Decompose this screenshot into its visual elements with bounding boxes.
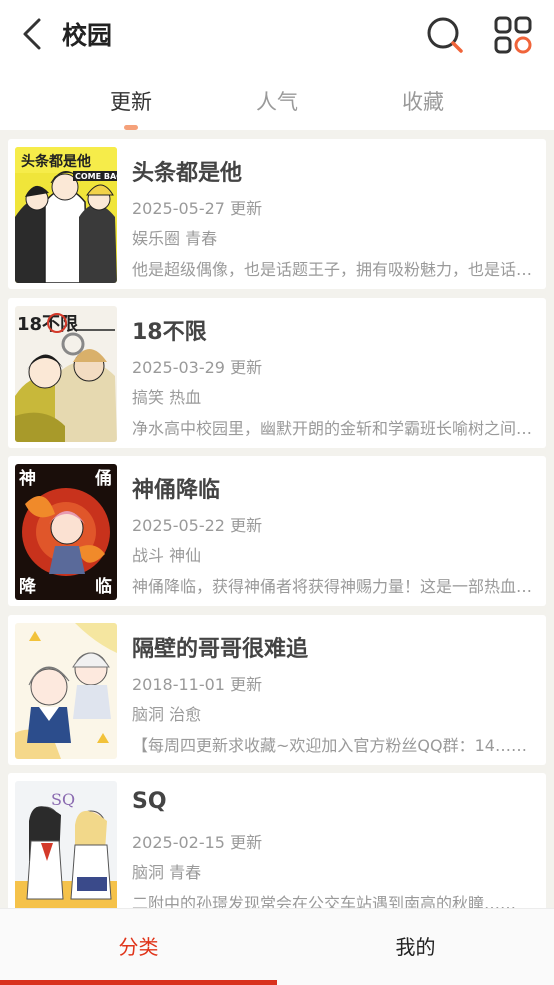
comic-description: 净水高中校园里，幽默开朗的金斩和学霸班长喻树之间的故事…… — [132, 419, 534, 438]
comic-cover: SQ — [15, 781, 117, 917]
search-icon — [425, 15, 465, 59]
comic-title: 隔壁的哥哥很难追 — [132, 637, 309, 662]
app-root: 校园 更新 人气 收藏 头条都是他 COME BA 头条都是他 2025-05-… — [0, 0, 554, 985]
comic-card[interactable]: 18不限 18不限 2025-03-29 更新 搞笑 热血 净水高中校园里，幽默… — [8, 298, 546, 448]
cover-title-text: SQ — [51, 790, 75, 809]
tab-updates[interactable]: 更新 — [86, 86, 176, 116]
tab-bar: 更新 人气 收藏 — [0, 72, 554, 130]
comic-title: 神俑降临 — [132, 478, 221, 503]
comic-tags: 娱乐圈 青春 — [132, 229, 218, 248]
nav-active-indicator — [0, 980, 277, 985]
comic-update-date: 2025-05-22 更新 — [132, 516, 263, 535]
svg-text:COME BAC: COME BAC — [75, 172, 117, 181]
comic-cover: 头条都是他 COME BAC — [15, 147, 117, 283]
comic-description: 神俑降临，获得神俑者将获得神赐力量！这是一部热血战斗漫画…… — [132, 577, 534, 596]
comic-cover: 神 俑 降 临 — [15, 464, 117, 600]
top-bar: 校园 — [0, 0, 554, 72]
comic-title: 18不限 — [132, 320, 207, 345]
comic-tags: 搞笑 热血 — [132, 388, 202, 407]
comic-card[interactable]: SQ SQ 2025-02-15 更新 脑洞 青春 二附中的孙璟发现常会在公交车… — [8, 773, 546, 923]
comic-title: SQ — [132, 789, 167, 814]
nav-mine[interactable]: 我的 — [277, 909, 554, 985]
search-button[interactable] — [424, 16, 466, 58]
comic-card[interactable]: 头条都是他 COME BAC 头条都是他 2025-05-27 更新 娱乐圈 青… — [8, 139, 546, 289]
comic-tags: 脑洞 青春 — [132, 863, 202, 882]
svg-text:神: 神 — [19, 468, 36, 489]
comic-cover — [15, 623, 117, 759]
tab-indicator — [124, 125, 138, 130]
comic-update-date: 2018-11-01 更新 — [132, 675, 263, 694]
comic-card[interactable]: 神 俑 降 临 神俑降临 2025-05-22 更新 战斗 神仙 神俑降临，获得… — [8, 456, 546, 606]
comic-cover: 18不限 — [15, 306, 117, 442]
tab-popular[interactable]: 人气 — [232, 86, 322, 116]
back-button[interactable] — [14, 18, 50, 54]
back-arrow-icon — [20, 17, 44, 55]
svg-text:临: 临 — [95, 576, 112, 597]
comic-description: 【每周四更新求收藏~欢迎加入官方粉丝QQ群：14…… — [132, 736, 527, 755]
svg-text:降: 降 — [19, 576, 37, 597]
comic-update-date: 2025-03-29 更新 — [132, 358, 263, 377]
comic-tags: 战斗 神仙 — [132, 546, 202, 565]
bottom-nav: 分类 我的 — [0, 908, 554, 985]
comic-update-date: 2025-05-27 更新 — [132, 199, 263, 218]
cover-title-text: 头条都是他 — [21, 153, 91, 170]
comic-description: 他是超级偶像，也是话题王子，拥有吸粉魅力，也是话题制造机…… — [132, 260, 534, 279]
comic-card[interactable]: 隔壁的哥哥很难追 2018-11-01 更新 脑洞 治愈 【每周四更新求收藏~欢… — [8, 615, 546, 765]
grid-menu-button[interactable] — [492, 16, 534, 58]
svg-text:俑: 俑 — [95, 468, 112, 489]
page-title: 校园 — [62, 21, 113, 50]
comic-tags: 脑洞 治愈 — [132, 705, 202, 724]
comic-update-date: 2025-02-15 更新 — [132, 833, 263, 852]
comic-title: 头条都是他 — [132, 161, 243, 186]
grid-menu-icon — [494, 16, 532, 58]
nav-category[interactable]: 分类 — [0, 909, 277, 985]
tab-favorites[interactable]: 收藏 — [378, 86, 468, 116]
